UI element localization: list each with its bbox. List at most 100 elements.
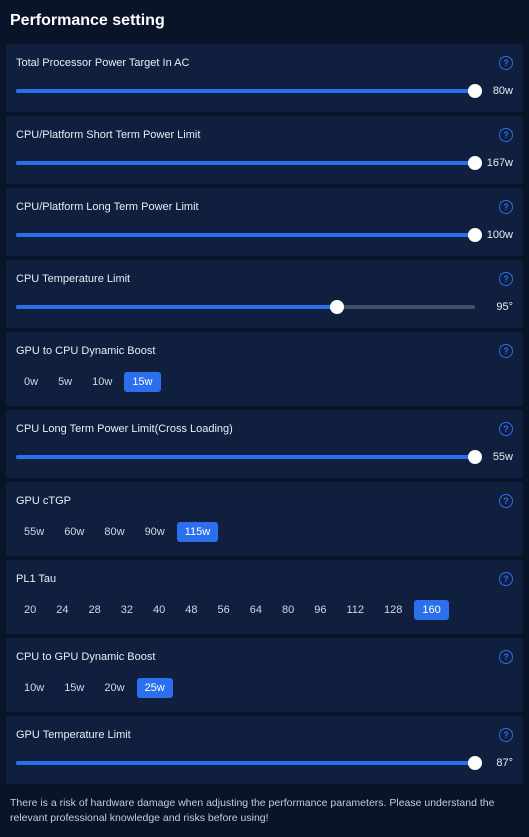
help-icon[interactable]: ? (499, 494, 513, 508)
chip-group: 0w5w10w15w (16, 372, 513, 392)
slider-row: 100w (16, 228, 513, 242)
chip-option[interactable]: 0w (16, 372, 46, 392)
setting-section: CPU to GPU Dynamic Boost? 10w15w20w25w (6, 638, 523, 712)
slider-thumb[interactable] (468, 756, 482, 770)
slider-value: 95° (483, 301, 513, 313)
chip-option[interactable]: 56 (210, 600, 238, 620)
slider-thumb[interactable] (468, 450, 482, 464)
chip-option[interactable]: 112 (339, 600, 373, 620)
chip-option[interactable]: 10w (16, 678, 52, 698)
section-header: CPU/Platform Long Term Power Limit? (16, 200, 513, 214)
slider[interactable] (16, 300, 475, 314)
slider-value: 55w (483, 451, 513, 463)
help-icon[interactable]: ? (499, 728, 513, 742)
slider-track-fill (16, 161, 475, 165)
slider-track-fill (16, 305, 337, 309)
chip-group: 10w15w20w25w (16, 678, 513, 698)
setting-section: GPU to CPU Dynamic Boost? 0w5w10w15w (6, 332, 523, 406)
help-icon[interactable]: ? (499, 422, 513, 436)
chip-option[interactable]: 5w (50, 372, 80, 392)
setting-section: CPU Temperature Limit? 95° (6, 260, 523, 328)
setting-section: GPU Temperature Limit? 87° (6, 716, 523, 784)
slider-thumb[interactable] (468, 84, 482, 98)
chip-option[interactable]: 90w (137, 522, 173, 542)
slider-track-fill (16, 761, 475, 765)
section-label: CPU/Platform Short Term Power Limit (16, 129, 200, 141)
section-label: GPU cTGP (16, 495, 71, 507)
slider-row: 55w (16, 450, 513, 464)
slider-thumb[interactable] (468, 156, 482, 170)
chip-option[interactable]: 115w (177, 522, 218, 542)
chip-option[interactable]: 55w (16, 522, 52, 542)
chip-option[interactable]: 32 (113, 600, 141, 620)
setting-section: GPU cTGP? 55w60w80w90w115w (6, 482, 523, 556)
section-header: GPU Temperature Limit? (16, 728, 513, 742)
section-label: CPU to GPU Dynamic Boost (16, 651, 155, 663)
help-icon[interactable]: ? (499, 344, 513, 358)
slider[interactable] (16, 756, 475, 770)
section-header: CPU/Platform Short Term Power Limit? (16, 128, 513, 142)
setting-section: CPU Long Term Power Limit(Cross Loading)… (6, 410, 523, 478)
slider-track-fill (16, 455, 475, 459)
help-icon[interactable]: ? (499, 56, 513, 70)
chip-option[interactable]: 96 (306, 600, 334, 620)
section-label: GPU to CPU Dynamic Boost (16, 345, 155, 357)
chip-option[interactable]: 64 (242, 600, 270, 620)
slider-row: 80w (16, 84, 513, 98)
slider-thumb[interactable] (468, 228, 482, 242)
chip-option[interactable]: 20 (16, 600, 44, 620)
chip-option[interactable]: 40 (145, 600, 173, 620)
slider-value: 167w (483, 157, 513, 169)
section-label: CPU Long Term Power Limit(Cross Loading) (16, 423, 233, 435)
slider-value: 80w (483, 85, 513, 97)
chip-option[interactable]: 160 (414, 600, 448, 620)
slider[interactable] (16, 84, 475, 98)
slider[interactable] (16, 228, 475, 242)
chip-group: 20242832404856648096112128160 (16, 600, 513, 620)
section-label: PL1 Tau (16, 573, 56, 585)
chip-option[interactable]: 48 (177, 600, 205, 620)
chip-option[interactable]: 80 (274, 600, 302, 620)
slider[interactable] (16, 156, 475, 170)
page-title: Performance setting (0, 0, 529, 40)
section-header: GPU to CPU Dynamic Boost? (16, 344, 513, 358)
slider-row: 95° (16, 300, 513, 314)
setting-section: PL1 Tau? 20242832404856648096112128160 (6, 560, 523, 634)
warning-text: There is a risk of hardware damage when … (0, 788, 529, 837)
chip-option[interactable]: 28 (81, 600, 109, 620)
chip-option[interactable]: 20w (96, 678, 132, 698)
chip-option[interactable]: 15w (124, 372, 160, 392)
chip-option[interactable]: 15w (56, 678, 92, 698)
chip-option[interactable]: 24 (48, 600, 76, 620)
slider-track-fill (16, 233, 475, 237)
setting-section: Total Processor Power Target In AC? 80w (6, 44, 523, 112)
section-header: Total Processor Power Target In AC? (16, 56, 513, 70)
help-icon[interactable]: ? (499, 572, 513, 586)
slider-row: 87° (16, 756, 513, 770)
chip-group: 55w60w80w90w115w (16, 522, 513, 542)
help-icon[interactable]: ? (499, 650, 513, 664)
help-icon[interactable]: ? (499, 200, 513, 214)
slider-thumb[interactable] (330, 300, 344, 314)
setting-section: CPU/Platform Short Term Power Limit? 167w (6, 116, 523, 184)
section-header: CPU to GPU Dynamic Boost? (16, 650, 513, 664)
chip-option[interactable]: 10w (84, 372, 120, 392)
setting-section: CPU/Platform Long Term Power Limit? 100w (6, 188, 523, 256)
help-icon[interactable]: ? (499, 128, 513, 142)
section-header: CPU Long Term Power Limit(Cross Loading)… (16, 422, 513, 436)
section-header: CPU Temperature Limit? (16, 272, 513, 286)
slider-track-fill (16, 89, 475, 93)
chip-option[interactable]: 60w (56, 522, 92, 542)
chip-option[interactable]: 80w (96, 522, 132, 542)
section-header: PL1 Tau? (16, 572, 513, 586)
section-header: GPU cTGP? (16, 494, 513, 508)
help-icon[interactable]: ? (499, 272, 513, 286)
section-label: CPU Temperature Limit (16, 273, 130, 285)
chip-option[interactable]: 128 (376, 600, 410, 620)
slider-row: 167w (16, 156, 513, 170)
chip-option[interactable]: 25w (137, 678, 173, 698)
slider[interactable] (16, 450, 475, 464)
slider-value: 87° (483, 757, 513, 769)
section-label: GPU Temperature Limit (16, 729, 131, 741)
slider-value: 100w (483, 229, 513, 241)
